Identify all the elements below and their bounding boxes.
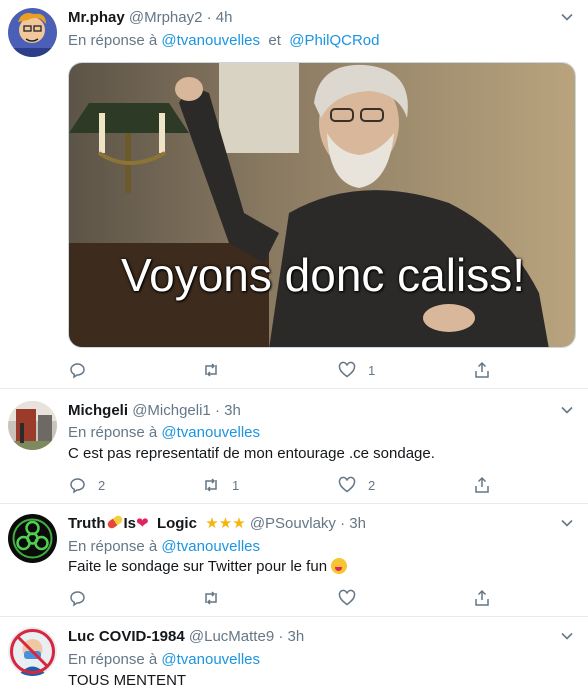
share-button[interactable] — [473, 588, 491, 608]
tweet[interactable]: Truth Is❤ Logic ★★★ @PSouvlaky · 3h En ré… — [0, 504, 588, 617]
tweet-text: TOUS MENTENT — [68, 672, 187, 689]
heart-emoji-icon: ❤ — [136, 515, 149, 532]
like-button[interactable] — [338, 588, 368, 608]
reply-prefix: En réponse à — [68, 32, 158, 49]
separator-dot: · — [214, 402, 220, 419]
tweet-actions: 1 — [68, 360, 491, 380]
user-handle[interactable]: @Mrphay2 — [129, 9, 203, 26]
share-icon — [475, 361, 489, 378]
avatar[interactable] — [8, 8, 57, 57]
chevron-down-icon[interactable] — [560, 629, 574, 643]
mention-link[interactable]: @tvanouvelles — [161, 424, 260, 441]
star-emoji-icon: ★ — [232, 515, 246, 532]
heart-icon — [338, 476, 356, 493]
media-caption: Voyons donc caliss! — [120, 249, 525, 301]
reply-context: En réponse à @tvanouvelles — [68, 537, 260, 557]
chevron-down-icon[interactable] — [560, 403, 574, 417]
avatar[interactable] — [8, 514, 57, 563]
tweet-actions — [68, 588, 491, 608]
avatar[interactable] — [8, 401, 57, 450]
share-icon — [475, 476, 489, 493]
star-emoji-icon: ★ — [218, 515, 233, 532]
display-name[interactable]: Mr.phay — [68, 9, 125, 26]
reply-button[interactable] — [68, 360, 98, 380]
reply-icon — [70, 363, 85, 379]
retweet-icon — [205, 478, 217, 492]
yum-emoji-icon — [331, 558, 348, 574]
user-handle[interactable]: @Michgeli1 — [132, 402, 211, 419]
separator-dot: · — [340, 515, 346, 532]
timestamp[interactable]: 3h — [224, 402, 241, 419]
reply-count: 2 — [98, 477, 106, 493]
reply-prefix: En réponse à — [68, 651, 158, 668]
retweet-icon — [205, 363, 217, 377]
display-name[interactable]: Truth Is❤ Logic ★★★ — [68, 514, 250, 532]
pill-emoji-icon — [105, 514, 124, 530]
star-emoji-icon: ★ — [205, 515, 219, 532]
timestamp[interactable]: 4h — [216, 9, 233, 26]
separator-dot: · — [278, 628, 284, 645]
display-name[interactable]: Michgeli — [68, 402, 128, 419]
reply-button[interactable]: 2 — [68, 475, 105, 495]
heart-icon — [338, 361, 356, 378]
avatar[interactable] — [8, 627, 57, 676]
mention-link[interactable]: @tvanouvelles — [161, 32, 260, 49]
retweet-button[interactable] — [202, 588, 232, 608]
user-handle[interactable]: @PSouvlaky — [250, 515, 336, 532]
reply-prefix: En réponse à — [68, 538, 158, 555]
tweet[interactable]: Luc COVID-1984 @LucMatte9 · 3h En répons… — [0, 617, 588, 695]
display-name-part: Is — [123, 515, 137, 532]
reply-context: En réponse à @tvanouvelles et @PhilQCRod — [68, 31, 380, 51]
tweet-text-content: Faite le sondage sur Twitter pour le fun — [68, 558, 328, 575]
mention-link[interactable]: @PhilQCRod — [289, 32, 379, 49]
tweet-header: Truth Is❤ Logic ★★★ @PSouvlaky · 3h — [68, 514, 366, 534]
reply-prefix: En réponse à — [68, 424, 158, 441]
tweet-header: Mr.phay @Mrphay2 · 4h — [68, 8, 232, 28]
media-image[interactable]: Voyons donc caliss! — [68, 62, 576, 348]
separator-dot: · — [206, 9, 212, 26]
tweet-header: Michgeli @Michgeli1 · 3h — [68, 401, 241, 421]
reply-context: En réponse à @tvanouvelles — [68, 650, 260, 670]
like-button[interactable]: 2 — [338, 475, 375, 495]
heart-icon — [338, 589, 356, 606]
reply-context: En réponse à @tvanouvelles — [68, 423, 260, 443]
mention-link[interactable]: @tvanouvelles — [161, 651, 260, 668]
tweet-actions: 2 1 2 — [68, 475, 491, 495]
and-word: et — [268, 32, 281, 49]
tweet[interactable]: Michgeli @Michgeli1 · 3h En réponse à @t… — [0, 389, 588, 504]
display-name-part: Truth — [68, 515, 106, 532]
tweet[interactable]: Mr.phay @Mrphay2 · 4h En réponse à @tvan… — [0, 0, 588, 389]
reply-icon — [70, 478, 85, 494]
like-count: 1 — [368, 362, 376, 378]
display-name-part: Logic — [156, 515, 197, 532]
chevron-down-icon[interactable] — [560, 10, 574, 24]
retweet-icon — [205, 591, 217, 605]
timestamp[interactable]: 3h — [349, 515, 366, 532]
tweet-header: Luc COVID-1984 @LucMatte9 · 3h — [68, 627, 304, 647]
reply-icon — [70, 591, 85, 607]
tweet-text: Faite le sondage sur Twitter pour le fun — [68, 557, 348, 577]
retweet-button[interactable] — [202, 360, 232, 380]
timestamp[interactable]: 3h — [288, 628, 305, 645]
display-name[interactable]: Luc COVID-1984 — [68, 628, 185, 645]
retweet-button[interactable]: 1 — [202, 475, 239, 495]
share-button[interactable] — [473, 475, 491, 495]
share-button[interactable] — [473, 360, 491, 380]
reply-button[interactable] — [68, 588, 98, 608]
chevron-down-icon[interactable] — [560, 516, 574, 530]
like-button[interactable]: 1 — [338, 360, 375, 380]
user-handle[interactable]: @LucMatte9 — [189, 628, 274, 645]
share-icon — [475, 589, 489, 606]
retweet-count: 1 — [232, 477, 240, 493]
like-count: 2 — [368, 477, 376, 493]
tweet-text: C est pas representatif de mon entourage… — [68, 445, 435, 462]
mention-link[interactable]: @tvanouvelles — [161, 538, 260, 555]
